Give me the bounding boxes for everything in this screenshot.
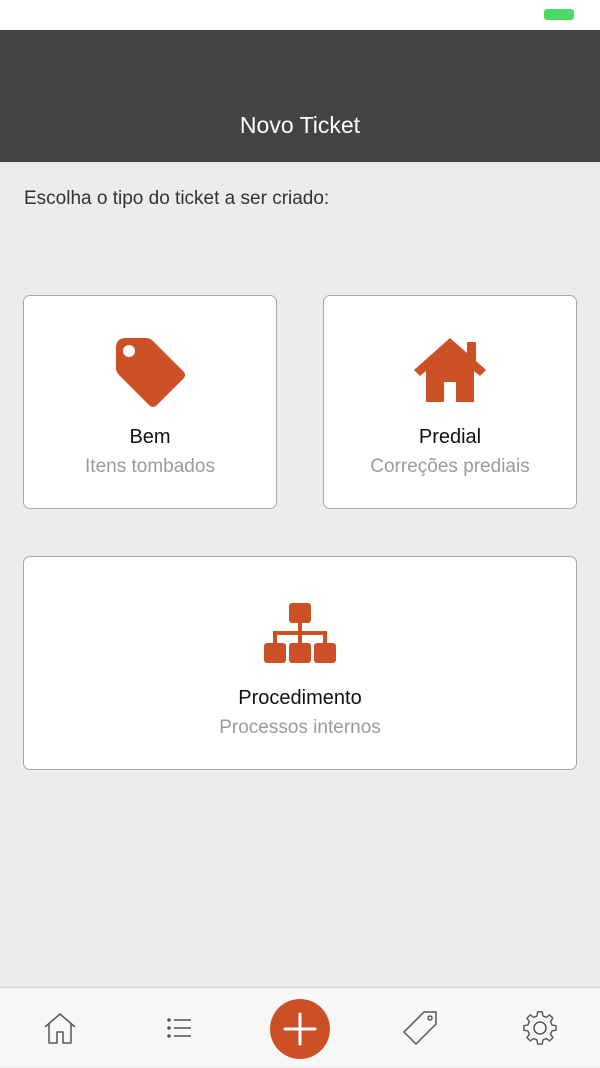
- org-chart-icon: [262, 601, 338, 672]
- card-bem[interactable]: Bem Itens tombados: [23, 295, 277, 509]
- tab-tickets[interactable]: [360, 988, 480, 1068]
- tab-home[interactable]: [0, 988, 120, 1068]
- card-title: Procedimento: [238, 687, 362, 709]
- tag-icon: [112, 334, 188, 415]
- card-title: Bem: [129, 426, 171, 448]
- navigation-bar: Novo Ticket: [0, 30, 600, 162]
- card-procedimento[interactable]: Procedimento Processos internos: [23, 556, 577, 770]
- card-title: Predial: [418, 426, 482, 448]
- house-icon: [412, 334, 488, 409]
- card-subtitle: Correções prediais: [370, 456, 530, 477]
- card-subtitle: Itens tombados: [85, 456, 215, 477]
- tab-bar: [0, 987, 600, 1067]
- tab-list[interactable]: [120, 988, 240, 1068]
- tab-settings[interactable]: [480, 988, 600, 1068]
- page-title: Novo Ticket: [239, 112, 361, 138]
- card-predial[interactable]: Predial Correções prediais: [323, 295, 577, 509]
- instruction-text: Escolha o tipo do ticket a ser criado:: [24, 188, 330, 209]
- battery-icon: [544, 9, 574, 20]
- card-subtitle: Processos internos: [219, 717, 381, 738]
- add-ticket-button[interactable]: [270, 999, 330, 1059]
- status-bar: [0, 0, 600, 30]
